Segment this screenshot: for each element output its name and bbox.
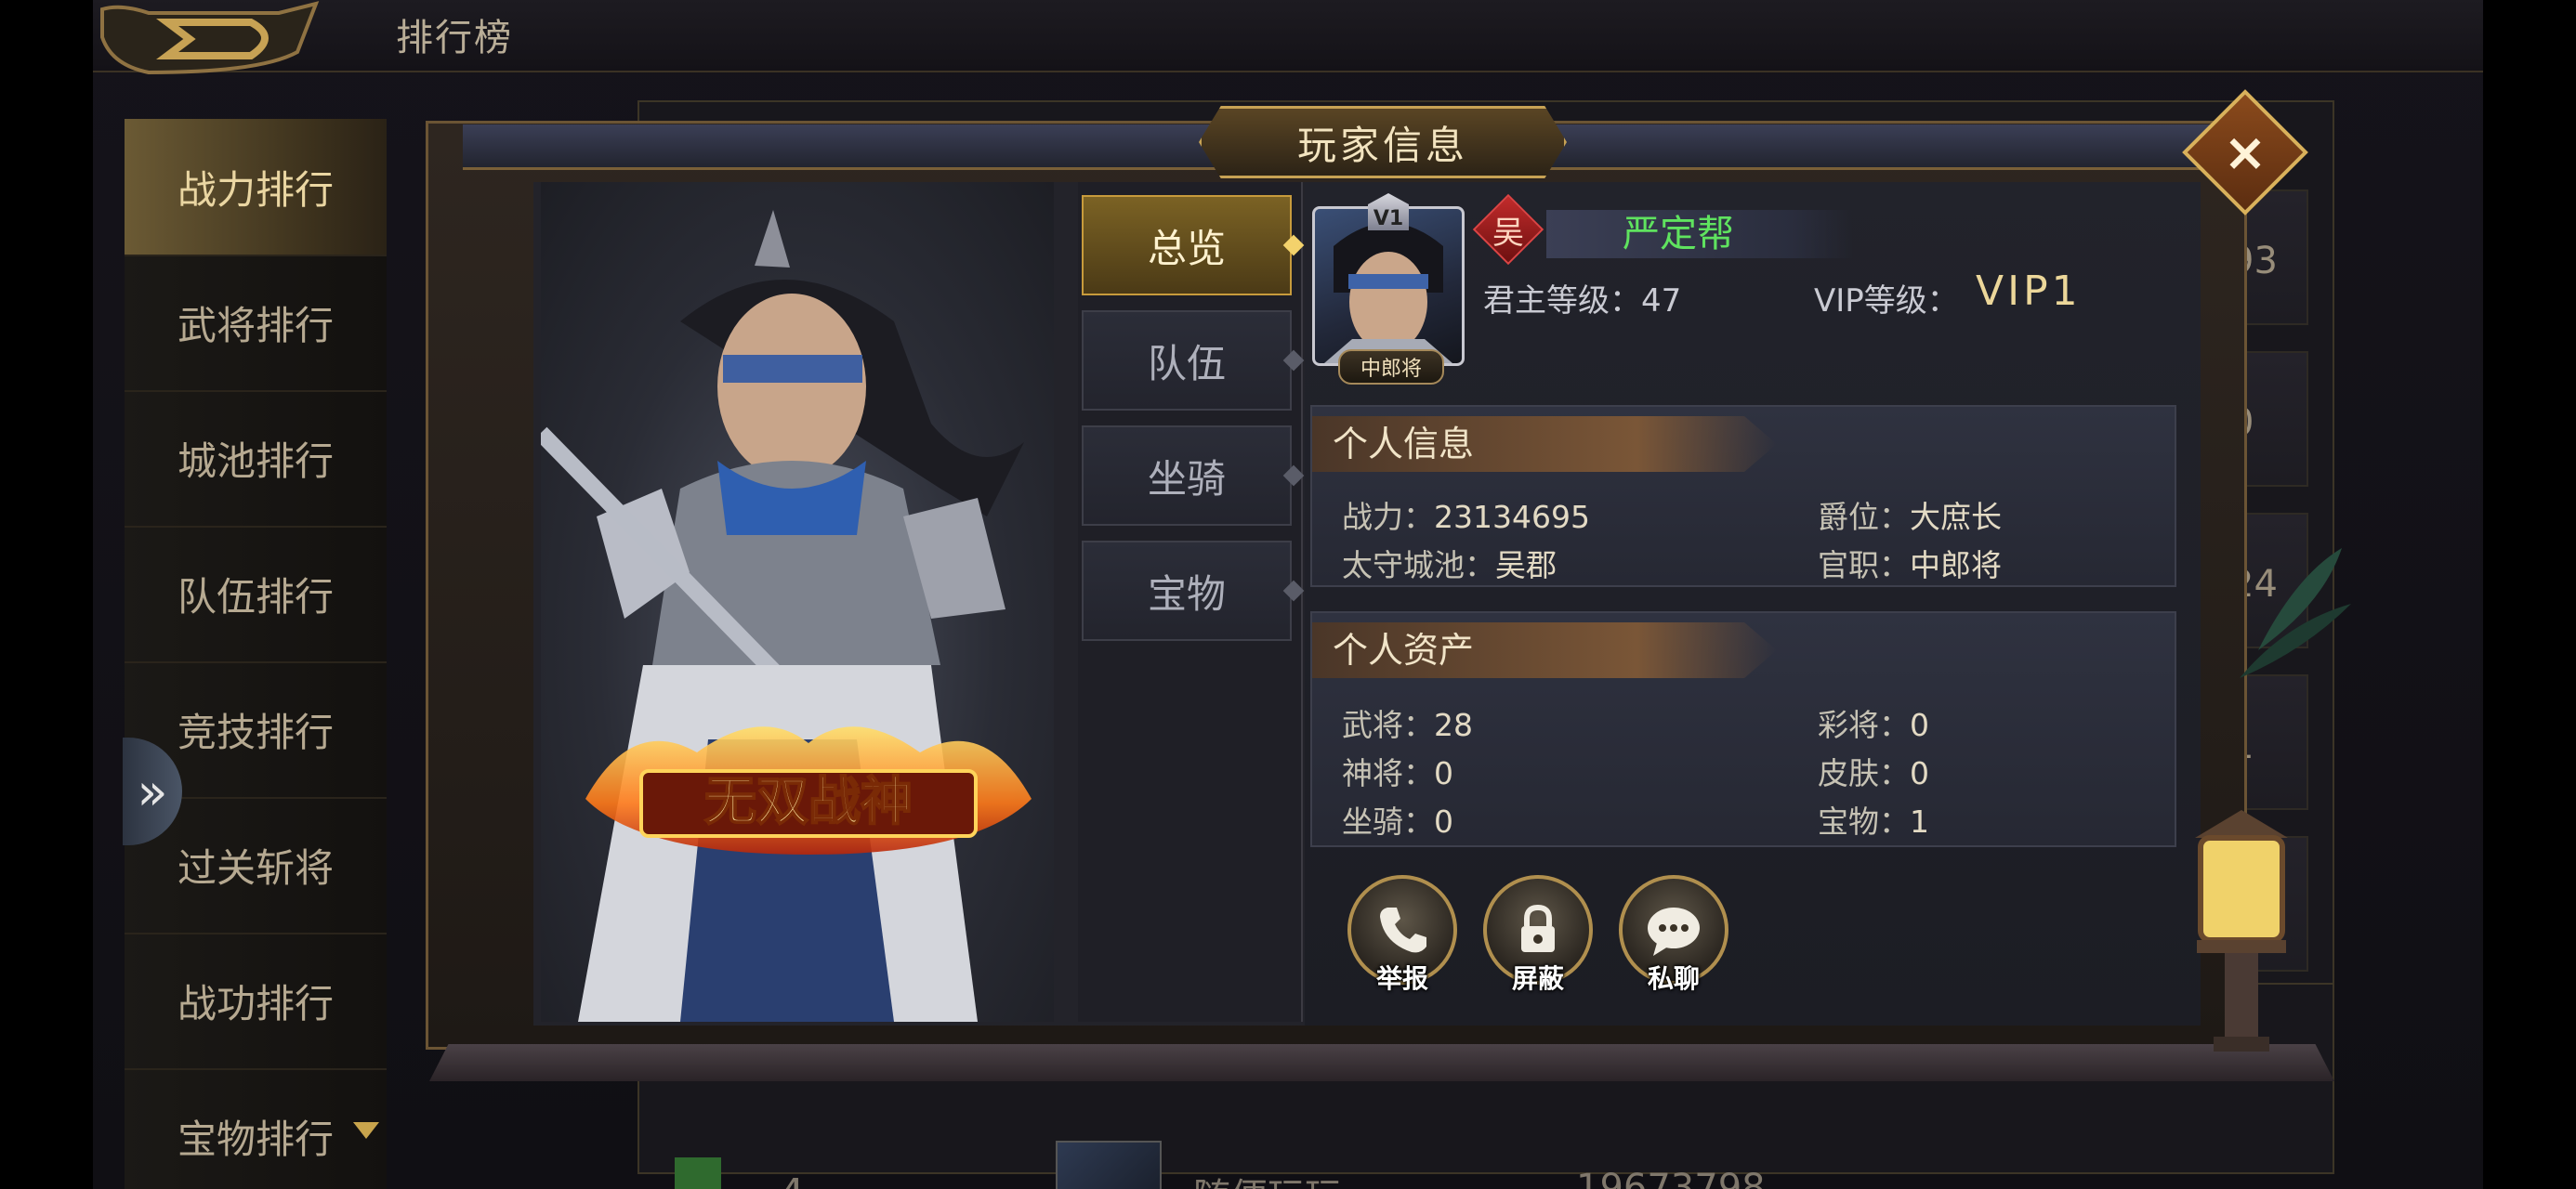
asset-label: 武将： <box>1342 707 1434 743</box>
rank-item-cities[interactable]: 城池排行 <box>125 390 387 528</box>
top-bar: 排行榜 <box>93 0 2483 75</box>
rank-item-generals[interactable]: 武将排行 <box>125 255 387 392</box>
section-title: 个人信息 <box>1333 424 1475 464</box>
rank-item-label: 战功排行 <box>177 980 334 1026</box>
rank-item-label: 武将排行 <box>177 302 334 348</box>
diamond-icon <box>1282 234 1305 256</box>
tab-label: 坐骑 <box>1147 455 1226 502</box>
asset-value: 0 <box>1910 707 1929 743</box>
rank-item-label: 队伍排行 <box>177 573 334 620</box>
asset-label: 皮肤： <box>1818 755 1910 791</box>
rank-menu: 战力排行 武将排行 城池排行 队伍排行 竞技排行 过关斩将 战功排行 宝物排行 <box>125 119 387 1189</box>
asset-color-generals: 彩将：0 <box>1818 700 1929 745</box>
tab-label: 队伍 <box>1147 340 1226 386</box>
asset-label: 坐骑： <box>1342 804 1434 840</box>
rank-item-teams[interactable]: 队伍排行 <box>125 526 387 663</box>
vip-level-value: VIP1 <box>1976 268 2082 315</box>
lord-level: 君主等级：47 <box>1483 275 1681 320</box>
vip-level-label: VIP等级： <box>1814 282 1959 320</box>
city-label: 太守城池： <box>1342 547 1495 583</box>
rank-item-label: 宝物排行 <box>177 1116 334 1162</box>
rank-item-merit[interactable]: 战功排行 <box>125 933 387 1070</box>
diamond-icon <box>1282 580 1305 602</box>
rank-badge-icon <box>675 1157 721 1189</box>
dialog-title-plaque: 玩家信息 <box>1199 106 1567 178</box>
power-value: 23134695 <box>1434 499 1590 535</box>
lord-level-value: 47 <box>1641 282 1682 320</box>
phone-icon <box>1380 908 1426 953</box>
asset-mounts: 坐骑：0 <box>1342 797 1453 842</box>
rank-item-label: 城池排行 <box>177 438 334 484</box>
row-power: 19673798 <box>1576 1167 1766 1189</box>
dialog-tabs: 总览 队伍 坐骑 宝物 <box>1078 182 1305 1022</box>
personal-info-section: 个人信息 战力：23134695 爵位：大庶长 太守城池：吴郡 官职：中郎将 <box>1310 405 2176 587</box>
tab-label: 宝物 <box>1147 570 1226 617</box>
asset-treasures: 宝物：1 <box>1818 797 1929 842</box>
rank-item-label: 战力排行 <box>177 166 334 213</box>
chat-bubble-icon <box>1648 908 1700 956</box>
diamond-icon <box>1282 349 1305 372</box>
nobility-label: 爵位： <box>1818 499 1910 535</box>
lord-level-label: 君主等级： <box>1483 282 1641 320</box>
asset-value: 0 <box>1910 755 1929 791</box>
city-row: 太守城池：吴郡 <box>1342 541 1557 585</box>
guild-name[interactable]: 严定帮 <box>1623 210 1734 258</box>
hero-title-emblem: 无双战神 <box>585 726 1032 855</box>
office-label: 官职： <box>1818 547 1910 583</box>
asset-skins: 皮肤：0 <box>1818 749 1929 793</box>
nobility-row: 爵位：大庶长 <box>1818 492 2002 537</box>
rank-item-power[interactable]: 战力排行 <box>125 119 387 256</box>
asset-value: 0 <box>1434 755 1453 791</box>
report-label: 举报 <box>1375 963 1428 994</box>
block-label: 屏蔽 <box>1511 963 1564 994</box>
rank-item-treasure[interactable]: 宝物排行 <box>125 1068 387 1189</box>
avatar-portrait <box>1324 223 1452 363</box>
asset-divine-generals: 神将：0 <box>1342 749 1453 793</box>
rank-item-label: 竞技排行 <box>177 709 334 755</box>
tab-overview[interactable]: 总览 <box>1082 195 1305 295</box>
city-value: 吴郡 <box>1495 547 1557 583</box>
asset-value: 1 <box>1910 804 1929 840</box>
row-rank: 4 <box>779 1170 805 1189</box>
asset-value: 28 <box>1434 707 1473 743</box>
asset-label: 彩将： <box>1818 707 1910 743</box>
page-title: 排行榜 <box>396 17 513 59</box>
power-label: 战力： <box>1342 499 1434 535</box>
asset-value: 0 <box>1434 804 1453 840</box>
nobility-value: 大庶长 <box>1910 499 2002 535</box>
dialog-base <box>429 1044 2334 1081</box>
dialog-title: 玩家信息 <box>1296 122 1468 168</box>
hero-illustration <box>541 210 1024 1022</box>
hero-title-text: 无双战神 <box>704 771 913 832</box>
asset-generals: 武将：28 <box>1342 700 1473 745</box>
chevron-down-icon <box>353 1122 379 1139</box>
avatar <box>1056 1141 1162 1189</box>
rank-badge: 中郎将 <box>1338 349 1444 385</box>
rank-item-label: 过关斩将 <box>177 844 334 891</box>
tab-treasure[interactable]: 宝物 <box>1082 541 1305 641</box>
back-arrow-icon[interactable] <box>93 0 335 85</box>
faction-label: 吴 <box>1492 214 1524 252</box>
lantern-decoration <box>2195 810 2288 1052</box>
tab-mount[interactable]: 坐骑 <box>1082 425 1305 526</box>
asset-label: 宝物： <box>1818 804 1910 840</box>
asset-label: 神将： <box>1342 755 1434 791</box>
game-screen: 排行榜 敌：93 敌：0 敌：24 敌：1 15 4 随便玩玩 19673798… <box>93 0 2483 1189</box>
close-icon[interactable]: × <box>2201 108 2290 197</box>
office-row: 官职：中郎将 <box>1818 541 2002 585</box>
bamboo-leaf-decoration <box>2240 548 2351 678</box>
section-title: 个人资产 <box>1333 630 1475 671</box>
row-player-name: 随便玩玩 <box>1193 1167 1342 1189</box>
tab-team[interactable]: 队伍 <box>1082 310 1305 411</box>
diamond-icon <box>1282 464 1305 487</box>
chat-label: 私聊 <box>1647 963 1700 994</box>
power-row: 战力：23134695 <box>1342 492 1590 537</box>
office-value: 中郎将 <box>1910 547 2002 583</box>
tab-label: 总览 <box>1147 225 1226 271</box>
assets-section: 个人资产 武将：28 彩将：0 神将：0 皮肤：0 坐骑：0 宝物：1 <box>1310 611 2176 847</box>
hero-portrait <box>541 182 1054 1022</box>
lock-icon <box>1521 904 1555 952</box>
